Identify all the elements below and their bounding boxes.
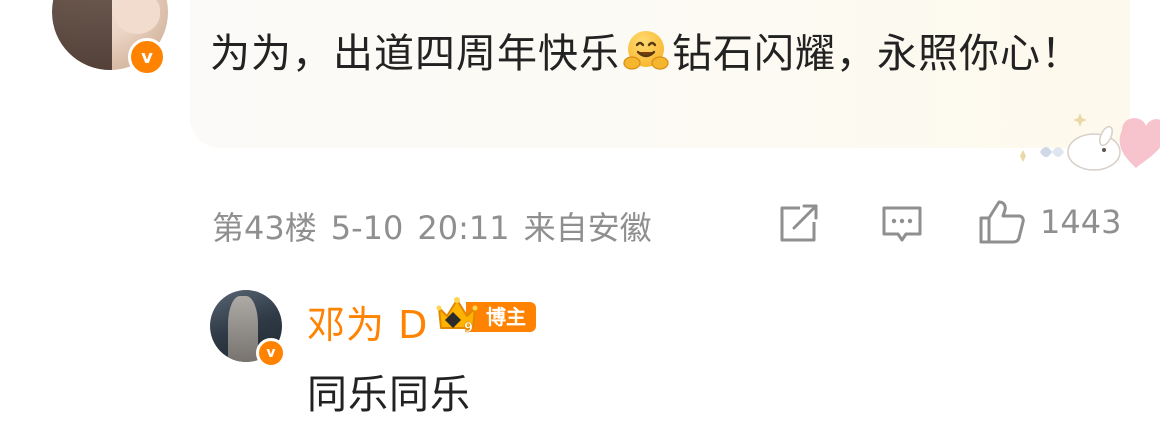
avatar-hand [114, 0, 160, 34]
like-count: 1443 [1040, 203, 1122, 241]
comment-meta: 第43楼 5-10 20:11 来自安徽 [212, 203, 666, 249]
avatar-hair [52, 0, 112, 70]
comment-page: v 为为，出道四周年快乐 钻石闪耀，永照你心！ 第43楼 5-10 20:11 来自安… [0, 0, 1170, 446]
crown-icon: 9 [436, 297, 478, 336]
comment-text-part-2: 钻石闪耀，永照你心！ [672, 31, 1082, 77]
comment-icon[interactable] [880, 204, 924, 244]
like-icon[interactable] [977, 198, 1027, 246]
comment-time: 20:11 [417, 209, 510, 247]
reply-text: 同乐同乐 [307, 372, 471, 418]
bunny-heart-decoration [1020, 113, 1160, 171]
comment-text-part-1: 为为，出道四周年快乐 [210, 31, 620, 77]
comment-date: 5-10 [330, 209, 404, 247]
verified-badge: v [128, 38, 166, 76]
comment-text: 为为，出道四周年快乐 钻石闪耀，永照你心！ [210, 20, 1100, 88]
crown-level: 9 [464, 321, 473, 336]
verified-badge: v [256, 338, 286, 368]
share-icon[interactable] [778, 204, 820, 244]
floor-number: 第43楼 [212, 209, 317, 247]
avatar-hair [228, 296, 258, 362]
comment-location: 来自安徽 [523, 209, 652, 247]
reply-author-name[interactable]: 邓为 D [307, 294, 428, 349]
hugging-face-emoji [623, 31, 669, 70]
